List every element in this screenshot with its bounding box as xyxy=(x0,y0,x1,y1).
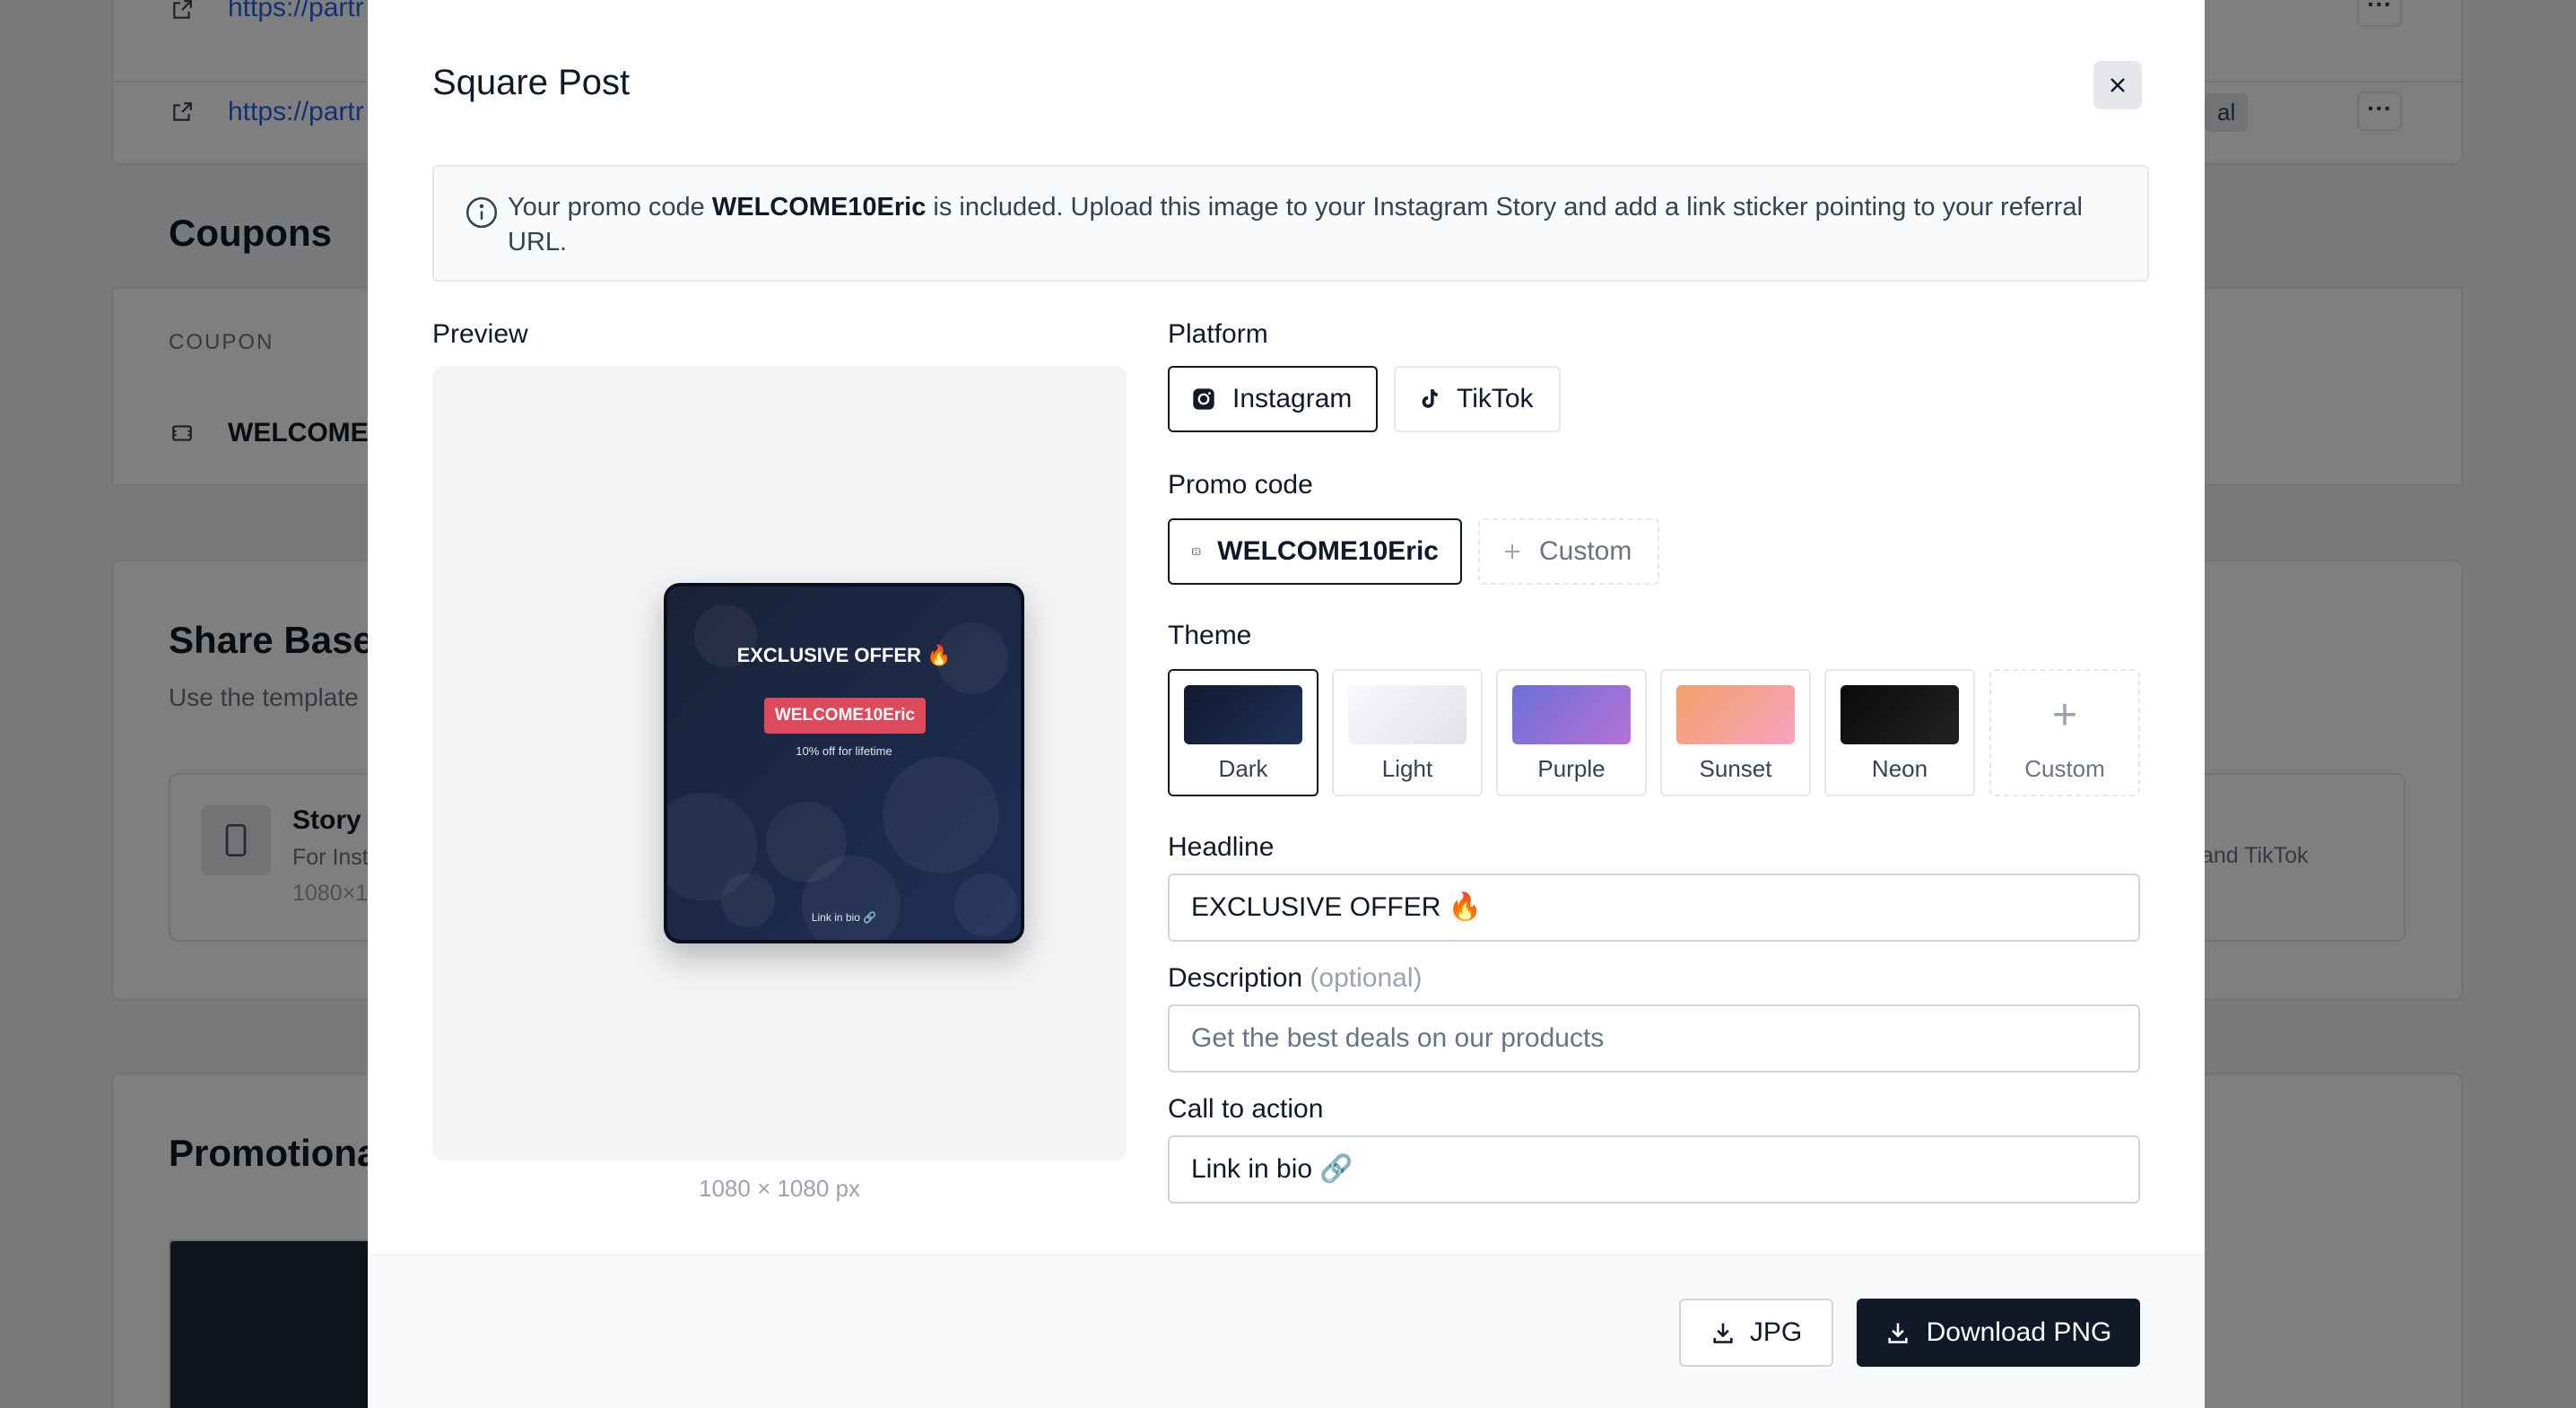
ticket-icon xyxy=(1191,548,1201,555)
cta-input[interactable]: Link in bio 🔗 xyxy=(1168,1135,2140,1204)
post-description: 10% off for lifetime xyxy=(796,744,892,758)
preview-size: 1080 × 1080 px xyxy=(699,1175,860,1202)
theme-sunset[interactable]: Sunset xyxy=(1660,669,1811,796)
description-input[interactable]: Get the best deals on our products xyxy=(1168,1004,2140,1073)
promo-code-value: WELCOME10Eric xyxy=(1217,536,1439,566)
post-cta: Link in bio 🔗 xyxy=(811,911,877,924)
download-icon xyxy=(1713,1323,1733,1343)
theme-dark[interactable]: Dark xyxy=(1168,669,1318,796)
platform-label-tiktok: TikTok xyxy=(1457,384,1534,413)
custom-promo-label: Custom xyxy=(1539,536,1632,566)
preview-area: EXCLUSIVE OFFER 🔥 WELCOME10Eric 10% off … xyxy=(432,366,1127,1160)
theme-label: Theme xyxy=(1168,621,1252,650)
close-icon xyxy=(2110,78,2125,92)
theme-light[interactable]: Light xyxy=(1332,669,1483,796)
promo-code-label: Promo code xyxy=(1168,470,1313,500)
theme-swatch-purple xyxy=(1512,685,1631,744)
theme-custom[interactable]: + Custom xyxy=(1989,669,2140,796)
info-banner: Your promo code WELCOME10Eric is include… xyxy=(432,165,2149,282)
instagram-icon xyxy=(1193,388,1214,410)
promo-code-highlight: WELCOME10Eric xyxy=(711,193,927,222)
info-icon xyxy=(466,196,498,229)
theme-neon[interactable]: Neon xyxy=(1824,669,1975,796)
theme-swatch-sunset xyxy=(1676,685,1795,744)
square-post-modal: Square Post Your promo code WELCOME10Eri… xyxy=(368,0,2205,1408)
download-jpg-button[interactable]: JPG xyxy=(1679,1299,1833,1367)
headline-input[interactable]: EXCLUSIVE OFFER 🔥 xyxy=(1168,873,2140,942)
optional-hint: (optional) xyxy=(1310,963,1423,993)
description-label: Description (optional) xyxy=(1168,963,1423,993)
theme-swatch-dark xyxy=(1184,685,1302,744)
headline-label: Headline xyxy=(1168,832,1275,862)
info-text: Your promo code WELCOME10Eric is include… xyxy=(508,193,2083,256)
theme-swatch-light xyxy=(1348,685,1466,744)
platform-instagram-button[interactable]: Instagram xyxy=(1168,366,1378,432)
post-headline: EXCLUSIVE OFFER 🔥 xyxy=(736,644,952,666)
post-preview: EXCLUSIVE OFFER 🔥 WELCOME10Eric 10% off … xyxy=(664,583,1024,943)
promo-code-option[interactable]: WELCOME10Eric xyxy=(1168,518,1462,585)
platform-label: Platform xyxy=(1168,319,1268,349)
theme-swatch-neon xyxy=(1841,685,1959,744)
close-button[interactable] xyxy=(2093,61,2142,109)
platform-label-instagram: Instagram xyxy=(1232,384,1353,413)
modal-title: Square Post xyxy=(432,63,631,102)
custom-promo-code-button[interactable]: Custom xyxy=(1478,518,1659,585)
download-icon xyxy=(1887,1323,1908,1343)
tiktok-icon xyxy=(1422,389,1438,408)
theme-purple[interactable]: Purple xyxy=(1496,669,1647,796)
plus-icon: + xyxy=(2051,691,2078,739)
modal-footer: JPG Download PNG xyxy=(368,1254,2205,1408)
post-promo-code: WELCOME10Eric xyxy=(764,698,926,734)
platform-tiktok-button[interactable]: TikTok xyxy=(1394,366,1561,432)
preview-label: Preview xyxy=(432,319,528,349)
plus-icon xyxy=(1505,544,1519,559)
download-png-button[interactable]: Download PNG xyxy=(1857,1299,2140,1367)
cta-label: Call to action xyxy=(1168,1094,1324,1124)
